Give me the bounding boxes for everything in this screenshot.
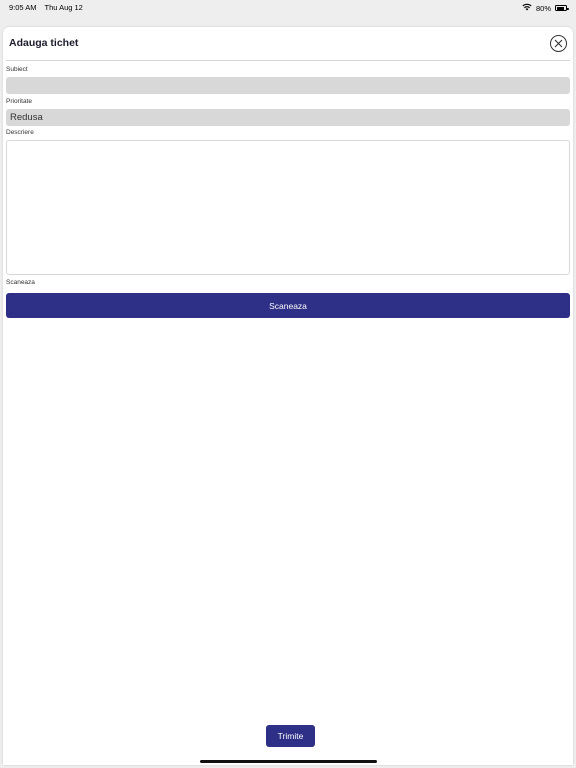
status-bar: 9:05 AM Thu Aug 12 80%: [0, 0, 576, 22]
add-ticket-sheet: Adauga tichet Subiect Prioritate Redusa …: [3, 27, 573, 765]
status-right: 80%: [522, 3, 569, 13]
status-date: Thu Aug 12: [44, 3, 83, 12]
priority-select[interactable]: Redusa: [6, 109, 570, 126]
priority-label: Prioritate: [6, 98, 33, 105]
page-title: Adauga tichet: [9, 37, 79, 49]
header-divider: [6, 60, 570, 61]
close-icon: [554, 39, 563, 48]
description-label: Descriere: [6, 129, 34, 136]
status-left: 9:05 AM Thu Aug 12: [9, 3, 89, 12]
close-button[interactable]: [550, 35, 567, 52]
subject-input[interactable]: [6, 77, 570, 94]
scan-label: Scaneaza: [6, 279, 35, 286]
home-indicator: [200, 760, 377, 763]
description-textarea[interactable]: [6, 140, 570, 275]
subject-label: Subiect: [6, 66, 28, 73]
sheet-header: Adauga tichet: [3, 27, 573, 61]
battery-fill: [556, 6, 564, 10]
scan-button[interactable]: Scaneaza: [6, 293, 570, 318]
battery-percent: 80%: [535, 3, 551, 13]
submit-button[interactable]: Trimite: [266, 725, 315, 747]
status-time: 9:05 AM: [9, 3, 37, 12]
battery-icon: [555, 5, 569, 11]
wifi-icon: [522, 3, 532, 13]
